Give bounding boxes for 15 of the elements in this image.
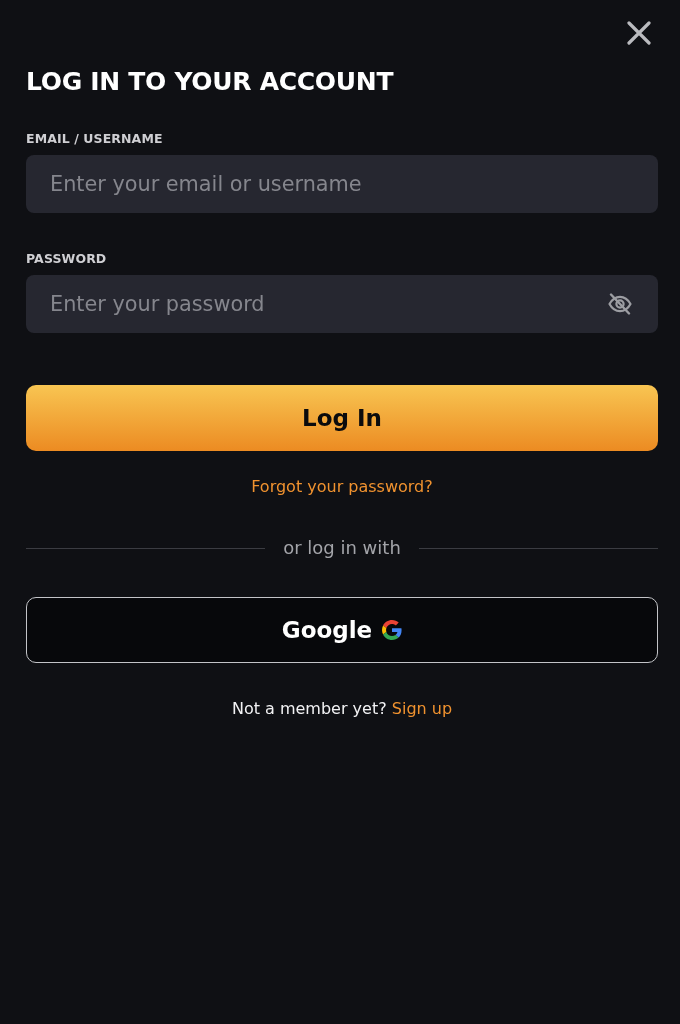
- email-field[interactable]: Enter your email or username: [26, 155, 658, 213]
- login-button[interactable]: Log In: [26, 385, 658, 451]
- signup-prompt: Not a member yet? Sign up: [230, 698, 454, 720]
- google-g-icon: [382, 620, 403, 640]
- forgot-password-link[interactable]: Forgot your password?: [251, 477, 433, 496]
- signup-link[interactable]: Sign up: [391, 699, 453, 718]
- close-button[interactable]: [627, 21, 651, 45]
- field-label: EMAIL / USERNAME: [26, 131, 164, 147]
- field-label: PASSWORD: [26, 251, 108, 267]
- close-icon: [627, 21, 651, 45]
- divider-text: or log in with: [283, 536, 401, 560]
- page-title: LOG IN TO YOUR ACCOUNT: [26, 67, 395, 97]
- eye-slash-icon[interactable]: [608, 293, 632, 315]
- google-button[interactable]: Google: [26, 597, 658, 663]
- password-field[interactable]: Enter your password: [26, 275, 658, 333]
